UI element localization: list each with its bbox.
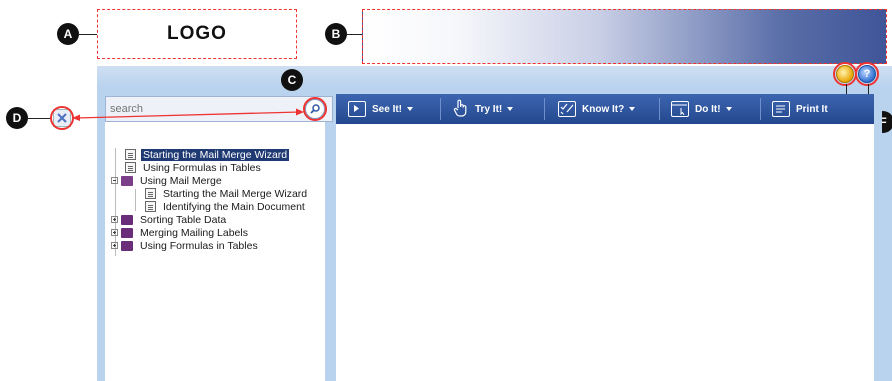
- tree-item-label: Merging Mailing Labels: [140, 226, 248, 239]
- tree-item[interactable]: Merging Mailing Labels: [111, 226, 250, 239]
- tree-item[interactable]: Identifying the Main Document: [145, 200, 307, 213]
- do-it-button[interactable]: Do It!: [671, 94, 732, 124]
- callout-d-marker: D: [6, 107, 28, 129]
- callout-b-marker: B: [325, 23, 347, 45]
- mode-toolbar: See It! Try It! Know It? Do It! Print It: [336, 94, 874, 124]
- toolbar-separator: [760, 98, 761, 120]
- help-icon-highlight: [855, 62, 879, 86]
- document-icon: [145, 201, 156, 212]
- tree-item[interactable]: Using Formulas in Tables: [125, 161, 263, 174]
- book-icon: [121, 214, 133, 225]
- frame-header-stripe: [97, 66, 892, 88]
- tree-item[interactable]: Starting the Mail Merge Wizard: [145, 187, 309, 200]
- do-it-label: Do It!: [695, 103, 721, 115]
- see-it-label: See It!: [372, 103, 403, 115]
- content-area: [336, 124, 874, 381]
- checklist-icon: [558, 101, 576, 117]
- dropdown-caret: [725, 107, 732, 111]
- document-icon: [125, 162, 136, 173]
- right-frame-edge: [874, 94, 882, 381]
- dropdown-caret: [407, 107, 414, 111]
- tree-item[interactable]: Sorting Table Data: [111, 213, 228, 226]
- tree-item-label: Using Formulas in Tables: [140, 239, 258, 252]
- expand-toggle[interactable]: [111, 229, 118, 236]
- tree-guide-line: [135, 189, 136, 211]
- callout-d-leader: [28, 118, 51, 119]
- tree-item-label: Sorting Table Data: [140, 213, 227, 226]
- open-book-icon: [121, 175, 133, 186]
- print-it-label: Print It: [796, 103, 828, 115]
- collapse-toggle[interactable]: [111, 177, 118, 184]
- callout-a-leader: [79, 34, 97, 35]
- print-it-button[interactable]: Print It: [772, 94, 828, 124]
- book-icon: [121, 240, 133, 251]
- expand-toggle[interactable]: [111, 216, 118, 223]
- topic-tree-panel: Starting the Mail Merge Wizard Using For…: [105, 122, 325, 381]
- settings-icon-highlight: [833, 62, 857, 86]
- callout-a-marker: A: [57, 23, 79, 45]
- tree-item[interactable]: Using Mail Merge: [111, 174, 224, 187]
- know-it-label: Know It?: [582, 103, 625, 115]
- dropdown-caret: [629, 107, 636, 111]
- see-it-button[interactable]: See It!: [348, 94, 414, 124]
- clear-search-highlight: [50, 106, 74, 130]
- callout-c-marker: C: [281, 69, 303, 91]
- hand-pointer-icon: [453, 99, 469, 120]
- expand-toggle[interactable]: [111, 242, 118, 249]
- tree-item[interactable]: Starting the Mail Merge Wizard: [125, 148, 290, 161]
- callout-b-leader: [347, 34, 362, 35]
- tree-item-label: Using Mail Merge: [140, 174, 222, 187]
- tree-item[interactable]: Using Formulas in Tables: [111, 239, 260, 252]
- tree-item-label: Starting the Mail Merge Wizard: [141, 148, 290, 161]
- logo-placeholder: LOGO: [97, 9, 297, 59]
- play-icon: [348, 101, 366, 117]
- logo-text: LOGO: [167, 23, 227, 44]
- callout-d-arrow: [72, 108, 304, 121]
- tree-item-label: Using Formulas in Tables: [143, 161, 261, 174]
- toolbar-separator: [440, 98, 441, 120]
- toolbar-separator: [544, 98, 545, 120]
- document-icon: [125, 149, 136, 160]
- book-icon: [121, 227, 133, 238]
- dropdown-caret: [507, 107, 514, 111]
- try-it-button[interactable]: Try It!: [453, 94, 514, 124]
- window-cursor-icon: [671, 101, 689, 117]
- tree-item-label: Identifying the Main Document: [163, 200, 305, 213]
- try-it-label: Try It!: [475, 103, 503, 115]
- print-document-icon: [772, 101, 790, 117]
- tree-item-label: Starting the Mail Merge Wizard: [163, 187, 308, 200]
- search-button-highlight: [303, 97, 327, 121]
- know-it-button[interactable]: Know It?: [558, 94, 636, 124]
- toolbar-separator: [659, 98, 660, 120]
- document-icon: [145, 188, 156, 199]
- banner-placeholder: [362, 9, 887, 64]
